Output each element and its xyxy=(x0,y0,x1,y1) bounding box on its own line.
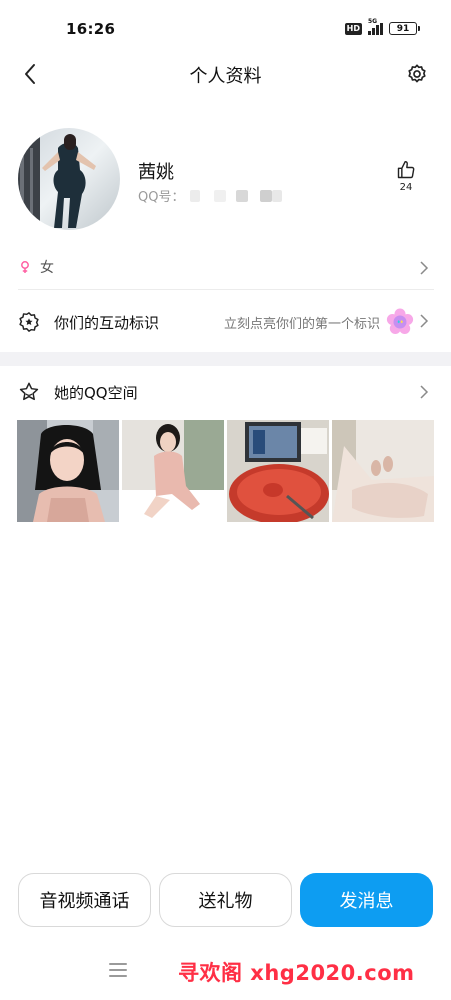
qzone-label: 她的QQ空间 xyxy=(54,383,138,402)
avatar[interactable] xyxy=(18,128,120,230)
thumbs-up-icon xyxy=(397,160,415,179)
qzone-photo[interactable] xyxy=(332,420,434,522)
battery-icon: 91 xyxy=(389,22,420,35)
qzone-photo[interactable] xyxy=(17,420,119,522)
qq-number-row: QQ号： xyxy=(138,186,283,205)
interaction-badge-row[interactable]: 你们的互动标识 立刻点亮你们的第一个标识 xyxy=(18,304,434,340)
interaction-hint: 立刻点亮你们的第一个标识 xyxy=(223,316,380,332)
chevron-right-icon xyxy=(420,385,429,399)
send-message-button[interactable]: 发消息 xyxy=(300,873,433,927)
status-icons: HD 5G 91 xyxy=(344,18,420,35)
send-gift-button[interactable]: 送礼物 xyxy=(159,873,292,927)
like-button[interactable]: 24 xyxy=(390,160,422,193)
nickname: 茜姚 xyxy=(138,162,174,183)
video-call-button[interactable]: 音视频通话 xyxy=(18,873,151,927)
qq-number-redacted xyxy=(190,189,201,202)
avatar-image xyxy=(18,128,120,230)
interaction-label: 你们的互动标识 xyxy=(54,313,160,332)
signal-icon: 5G xyxy=(368,18,383,35)
watermark: 寻欢阁 xhg2020.com xyxy=(178,961,415,985)
settings-button[interactable] xyxy=(401,58,433,90)
chevron-right-icon xyxy=(420,314,429,328)
gender-row[interactable]: 女 xyxy=(18,252,434,282)
like-count: 24 xyxy=(399,182,413,193)
gear-icon xyxy=(408,64,426,83)
section-separator xyxy=(0,352,451,366)
hd-icon: HD xyxy=(344,22,362,35)
network-type: 5G xyxy=(368,17,378,25)
qzone-photo[interactable] xyxy=(227,420,329,522)
status-bar: 16:26 HD 5G 91 xyxy=(0,0,451,56)
qzone-photos xyxy=(17,420,434,522)
battery-level: 91 xyxy=(396,23,410,34)
flower-badge-icon xyxy=(386,308,414,334)
page-title: 个人资料 xyxy=(189,66,262,87)
female-icon xyxy=(21,261,29,273)
qq-label: QQ号： xyxy=(138,190,185,205)
qzone-row[interactable]: 她的QQ空间 xyxy=(18,377,434,407)
star-icon xyxy=(19,382,39,401)
qzone-photo[interactable] xyxy=(122,420,224,522)
divider xyxy=(18,289,434,290)
status-time: 16:26 xyxy=(66,20,116,38)
badge-star-icon xyxy=(19,312,39,332)
gender-value: 女 xyxy=(40,260,54,276)
chevron-right-icon xyxy=(420,261,429,275)
menu-icon[interactable] xyxy=(109,963,127,981)
